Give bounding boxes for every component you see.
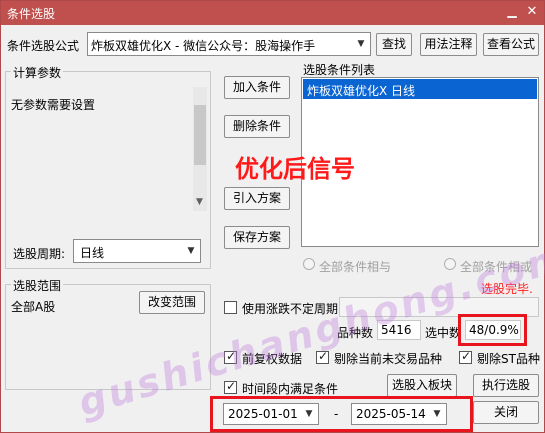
view-formula-button[interactable]: 查看公式	[483, 33, 539, 56]
time-range-label: 时间段内满足条件	[242, 382, 339, 396]
execute-button[interactable]: 执行选股	[473, 374, 539, 397]
params-scroll-thumb[interactable]	[194, 105, 206, 165]
condition-list-item[interactable]: 炸板双雄优化X 日线	[303, 79, 537, 99]
pre-adjust-label: 前复权数据	[242, 352, 303, 366]
or-radio[interactable]	[444, 258, 456, 270]
and-radio[interactable]	[303, 258, 315, 270]
exclude-untraded-checkbox[interactable]: ✓	[316, 349, 329, 364]
formula-value: 炸板双雄优化X - 微信公众号：股海操作手	[91, 39, 316, 53]
find-button[interactable]: 查找	[376, 33, 412, 56]
to-block-button[interactable]: 选股入板块	[387, 374, 457, 397]
condition-item-text: 炸板双雄优化X 日线	[307, 84, 416, 98]
chevron-down-icon[interactable]: ▼	[182, 240, 200, 262]
exclude-st-label: 剔除ST品种	[477, 352, 540, 366]
minimize-icon[interactable]: ▁	[503, 3, 521, 21]
import-scheme-button[interactable]: 引入方案	[224, 187, 290, 210]
check-icon: ✓	[318, 349, 329, 363]
status-text: 选股完毕.	[481, 282, 533, 296]
period-value: 日线	[80, 246, 105, 260]
exclude-untraded-label: 剔除当前未交易品种	[334, 352, 443, 366]
close-button[interactable]: 关闭	[473, 401, 539, 424]
count-field: 5416	[377, 320, 421, 340]
check-icon: ✓	[461, 349, 472, 363]
selected-count-highlight	[458, 314, 527, 346]
count-value: 5416	[381, 323, 412, 337]
scroll-down-icon[interactable]: ▼	[196, 197, 203, 207]
condition-list-label: 选股条件列表	[303, 63, 376, 77]
add-condition-button[interactable]: 加入条件	[224, 76, 290, 99]
range-value: 全部A股	[11, 300, 56, 314]
save-scheme-button[interactable]: 保存方案	[224, 226, 290, 249]
formula-combo[interactable]: 炸板双雄优化X - 微信公众号：股海操作手 ▼	[87, 32, 371, 56]
window-title: 条件选股	[7, 7, 56, 21]
delete-condition-button[interactable]: 删除条件	[224, 115, 290, 138]
annotation-text: 优化后信号	[235, 155, 355, 183]
or-label: 全部条件相或	[460, 260, 533, 274]
params-text: 无参数需要设置	[11, 98, 96, 112]
close-icon[interactable]: ✕	[523, 3, 541, 21]
condition-stock-picker-window: 条件选股 ▁ ✕ 条件选股公式 炸板双雄优化X - 微信公众号：股海操作手 ▼ …	[0, 0, 545, 433]
usage-notes-button[interactable]: 用法注释	[420, 33, 477, 56]
time-range-checkbox[interactable]: ✓	[224, 379, 237, 394]
and-label: 全部条件相与	[319, 260, 392, 274]
period-label: 选股周期:	[13, 247, 66, 261]
formula-label: 条件选股公式	[7, 39, 80, 53]
selected-label: 选中数	[425, 326, 462, 340]
range-label: 选股范围	[11, 277, 64, 294]
chevron-down-icon[interactable]: ▼	[352, 33, 370, 55]
change-range-button[interactable]: 改变范围	[139, 291, 205, 314]
check-icon: ✓	[226, 379, 237, 393]
title-bar: 条件选股 ▁ ✕	[1, 1, 544, 25]
calc-params-label: 计算参数	[11, 64, 64, 81]
date-range-highlight	[210, 396, 473, 432]
pre-adjust-checkbox[interactable]: ✓	[224, 349, 237, 364]
uncertain-period-checkbox[interactable]	[224, 301, 237, 314]
exclude-st-checkbox[interactable]: ✓	[459, 349, 472, 364]
params-scrollbar[interactable]: ▼	[193, 87, 207, 211]
uncertain-period-label: 使用涨跌不定周期	[242, 302, 339, 316]
count-label: 品种数	[337, 326, 374, 340]
check-icon: ✓	[226, 349, 237, 363]
period-combo[interactable]: 日线 ▼	[73, 239, 201, 263]
